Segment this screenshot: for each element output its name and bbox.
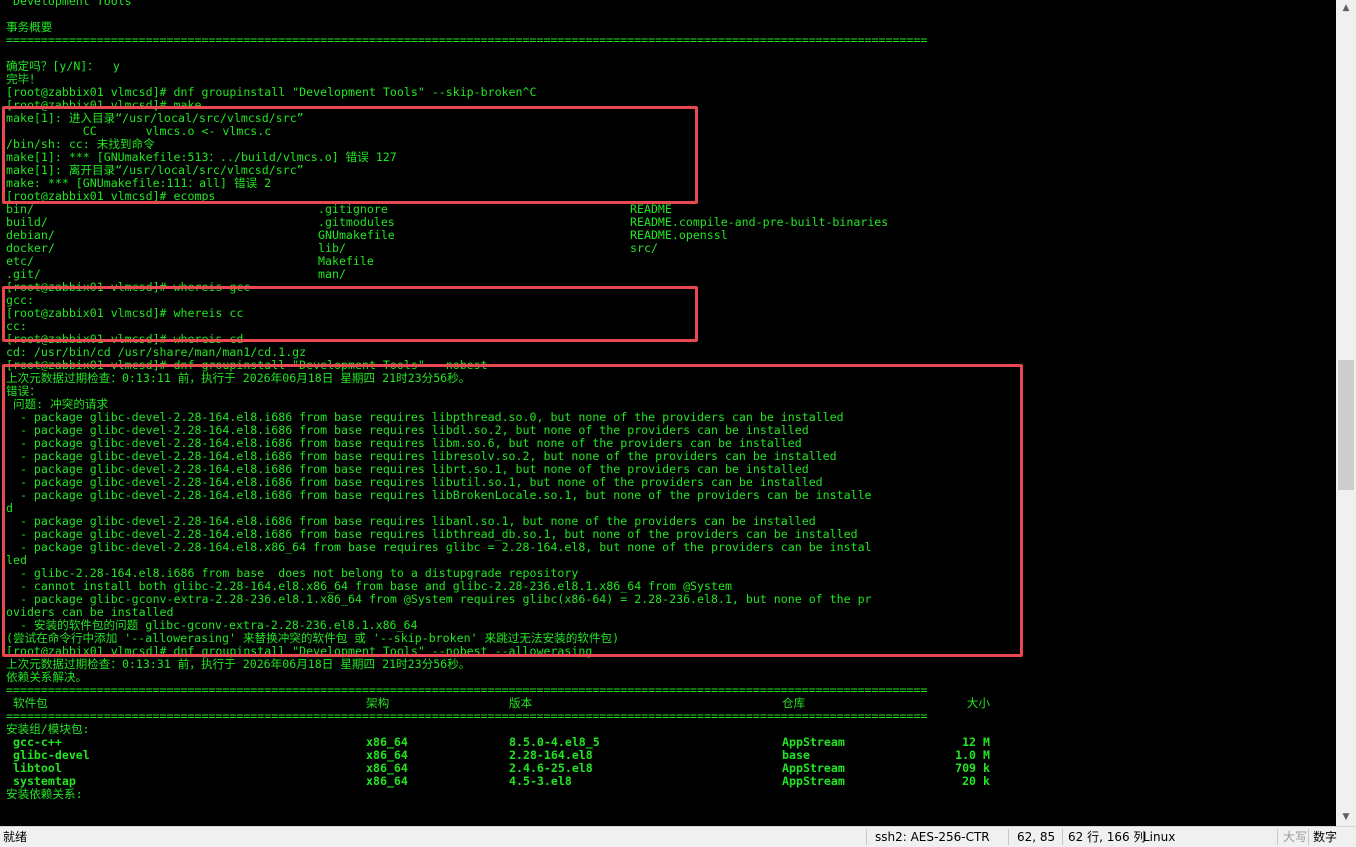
vertical-scrollbar[interactable]: ▲ ▼ [1336, 0, 1356, 826]
terminal-line: Development Tools [6, 0, 132, 8]
status-bar: 就绪 ssh2: AES-256-CTR 62, 85 62 行, 166 列 … [0, 826, 1356, 847]
terminal-window[interactable]: Development Tools 事务概要 ===================… [0, 0, 1336, 826]
cursor-position: 62, 85 [1017, 830, 1056, 844]
file-listing-entry: src/ [630, 241, 658, 255]
package-table-cell: AppStream [782, 774, 845, 788]
package-table-cell: 20 k [962, 774, 990, 788]
terminal-dimensions: 62 行, 166 列 [1068, 830, 1146, 844]
highlight-box-make-error [2, 106, 698, 204]
terminal-line: ========================================… [6, 33, 928, 47]
os-label: Linux [1143, 830, 1176, 844]
terminal-line: ========================================… [6, 709, 928, 723]
scroll-down-icon[interactable]: ▼ [1336, 809, 1356, 826]
connection-info: ssh2: AES-256-CTR [875, 830, 990, 844]
highlight-box-dnf-error [2, 364, 1023, 657]
package-table-cell: x86_64 [366, 774, 408, 788]
caps-lock-indicator: 大写 [1283, 830, 1308, 844]
scroll-up-icon[interactable]: ▲ [1336, 0, 1356, 17]
num-lock-indicator: 数字 [1313, 830, 1338, 844]
file-listing-entry: man/ [318, 267, 346, 281]
status-text: 就绪 [3, 830, 28, 844]
terminal-line: 安装依赖关系: [6, 787, 83, 801]
package-table-cell: 4.5-3.el8 [509, 774, 572, 788]
scroll-thumb[interactable] [1338, 360, 1354, 490]
highlight-box-whereis [2, 286, 698, 342]
